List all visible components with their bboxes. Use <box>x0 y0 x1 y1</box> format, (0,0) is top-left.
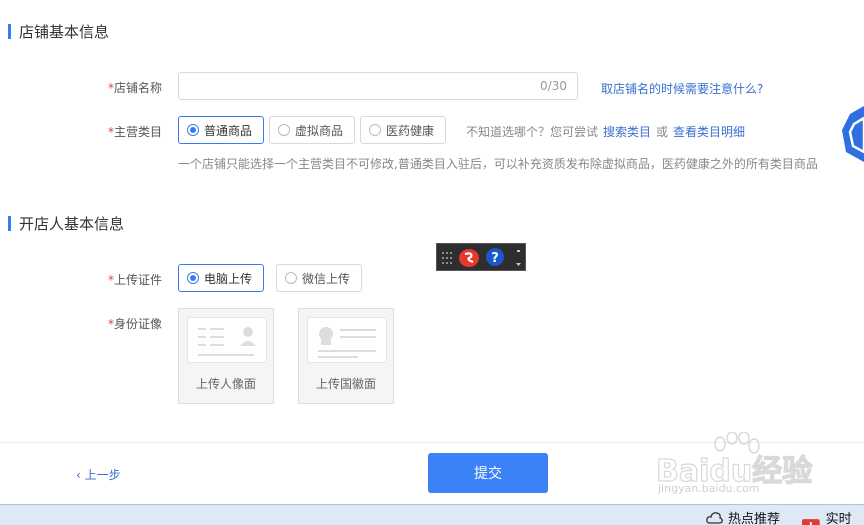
taskbar: 热点推荐 实时热 <box>0 504 864 525</box>
realtime-hot-item[interactable]: 实时热 <box>802 508 864 525</box>
id-card-back-icon <box>307 317 387 363</box>
category-option-normal[interactable]: 普通商品 <box>178 116 264 144</box>
upload-portrait-caption: 上传人像面 <box>195 377 256 391</box>
category-option-virtual[interactable]: 虚拟商品 <box>269 116 355 144</box>
submit-button[interactable]: 提交 <box>428 453 548 493</box>
realtime-hot-label: 实时热 <box>825 512 852 525</box>
radio-unselected-icon <box>369 124 381 136</box>
upload-cert-label: *上传证件 <box>107 273 162 287</box>
radio-selected-icon <box>187 124 199 136</box>
owner-info-section-title: 开店人基本信息 <box>8 213 124 234</box>
hot-recommend-item[interactable]: 热点推荐 <box>706 508 780 525</box>
radio-selected-icon <box>187 272 199 284</box>
radio-unselected-icon <box>278 124 290 136</box>
category-option-medical[interactable]: 医药健康 <box>360 116 446 144</box>
search-category-link[interactable]: 搜索类目 <box>603 123 651 140</box>
bar-chart-icon <box>802 519 820 525</box>
ime-toolbar[interactable]: ? <box>436 243 526 271</box>
upload-option-wechat[interactable]: 微信上传 <box>276 264 362 292</box>
shield-icon[interactable] <box>840 100 864 168</box>
upload-emblem-card[interactable]: 上传国徽面 <box>298 308 394 404</box>
main-category-label: *主营类目 <box>107 125 162 139</box>
hot-recommend-label: 热点推荐 <box>728 512 781 525</box>
cloud-icon <box>706 511 723 524</box>
prev-step-button[interactable]: ‹ 上一步 <box>76 466 121 483</box>
or-text: 或 <box>656 125 669 139</box>
watermark-url: jingyan.baidu.com <box>658 482 760 495</box>
shop-registration-page: 店铺基本信息 *店铺名称 0/30 取店铺名的时候需要注意什么? *主营类目 普… <box>0 0 864 525</box>
svg-text:?: ? <box>491 251 499 266</box>
id-card-front-icon <box>187 317 267 363</box>
category-note: 一个店铺只能选择一个主营类目不可修改,普通类目入驻后，可以补充资质发布除虚拟商品… <box>178 157 818 171</box>
shop-name-tip-link[interactable]: 取店铺名的时候需要注意什么? <box>601 80 763 97</box>
upload-emblem-caption: 上传国徽面 <box>315 377 376 391</box>
section-accent-bar <box>8 216 11 231</box>
category-detail-link[interactable]: 查看类目明细 <box>673 123 745 140</box>
upload-option-pc[interactable]: 电脑上传 <box>178 264 264 292</box>
shop-info-section-title: 店铺基本信息 <box>8 21 109 42</box>
section-accent-bar <box>8 24 11 39</box>
shop-info-title: 店铺基本信息 <box>19 23 110 41</box>
radio-unselected-icon <box>285 272 297 284</box>
owner-info-title: 开店人基本信息 <box>19 215 125 233</box>
baidu-watermark: Baidu经验 jingyan.baidu.com <box>640 432 830 502</box>
upload-portrait-card[interactable]: 上传人像面 <box>178 308 274 404</box>
chevron-left-icon: ‹ <box>76 468 85 482</box>
id-photo-label: *身份证像 <box>107 317 162 331</box>
shop-name-input[interactable]: 0/30 <box>178 72 578 100</box>
shop-name-label: *店铺名称 <box>107 81 162 95</box>
category-hint: 不知道选哪个？您可尝试 <box>466 125 599 139</box>
shop-name-char-count: 0/30 <box>540 79 567 93</box>
